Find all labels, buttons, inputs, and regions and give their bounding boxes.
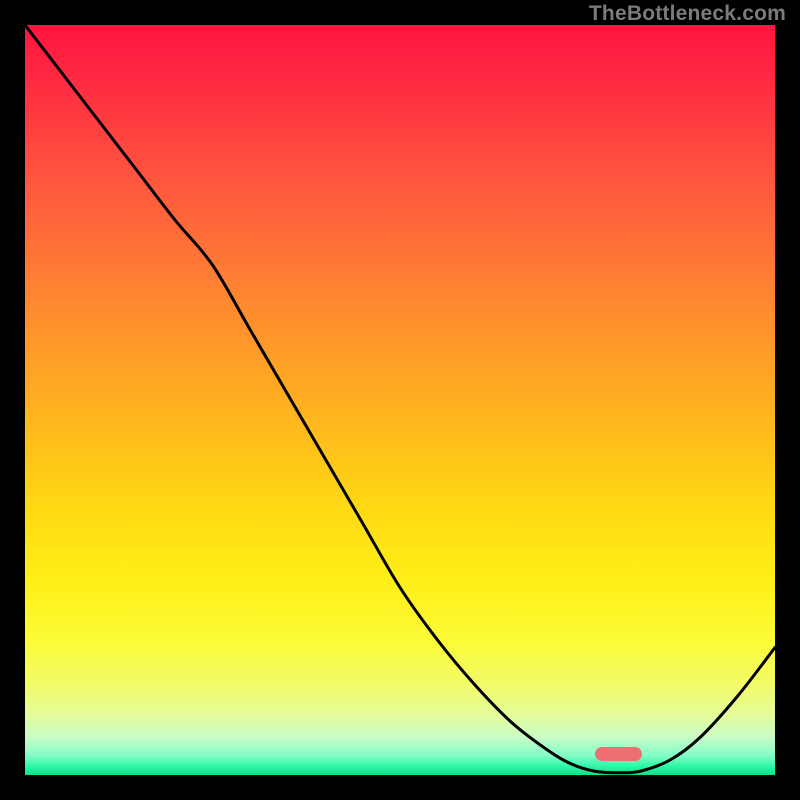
plot-area (25, 25, 775, 775)
bottleneck-curve (25, 25, 775, 775)
ideal-range-marker (595, 747, 642, 761)
chart-frame: TheBottleneck.com (0, 0, 800, 800)
watermark-text: TheBottleneck.com (589, 2, 786, 26)
